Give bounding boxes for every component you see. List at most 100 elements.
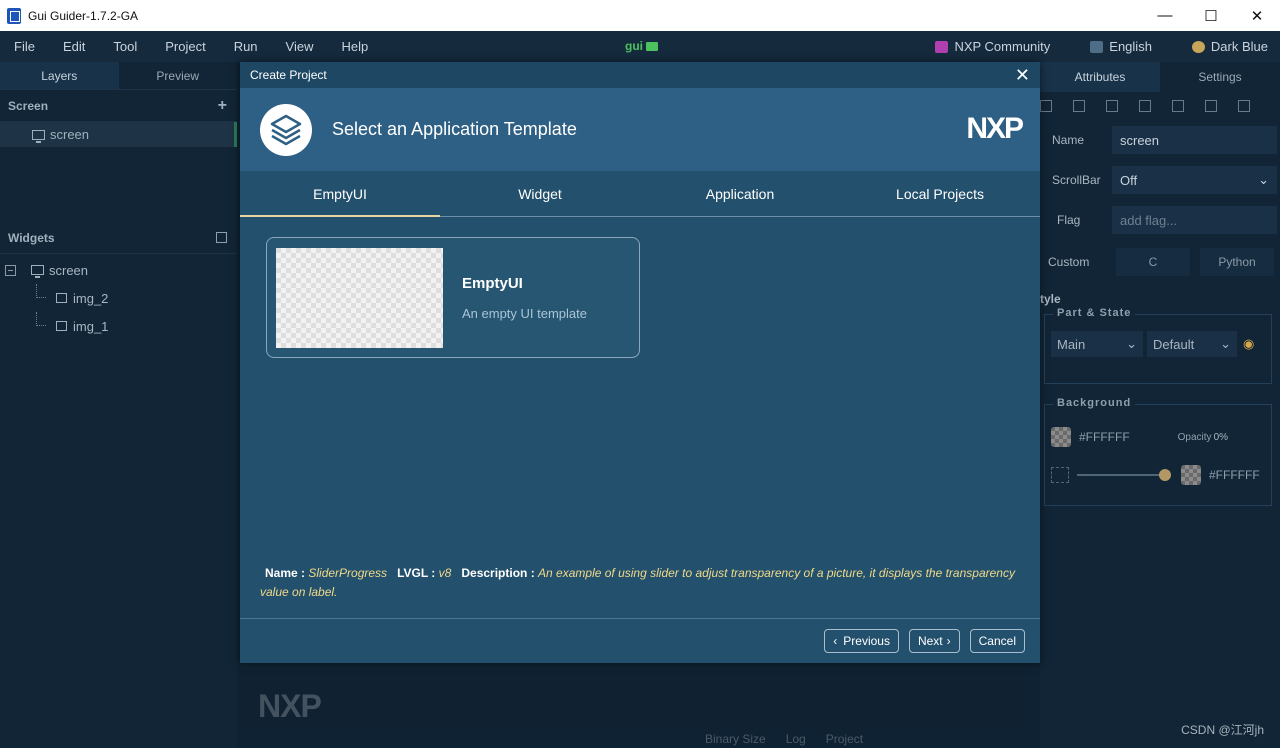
nxp-community-link[interactable]: NXP Community [935, 39, 1050, 54]
align-bottom-icon[interactable] [1205, 100, 1217, 112]
project-name-label: gui [625, 39, 643, 53]
window-titlebar: Gui Guider-1.7.2-GA — ☐ ✕ [0, 0, 1280, 31]
chevron-down-icon: ⌄ [1258, 172, 1269, 187]
align-middle-icon[interactable] [1172, 100, 1184, 112]
tree-item-label: img_2 [73, 290, 109, 306]
template-description: An empty UI template [462, 305, 587, 321]
menu-view[interactable]: View [286, 39, 328, 54]
bottom-tabs: Binary Size Log Project [705, 732, 883, 746]
background-title: Background [1053, 397, 1136, 409]
left-tabs: Layers Preview [0, 62, 237, 90]
template-card-emptyui[interactable]: EmptyUI An empty UI template [266, 237, 640, 358]
tab-binary-size[interactable]: Binary Size [705, 732, 766, 746]
tree-item-img2[interactable]: img_2 [0, 284, 237, 312]
dialog-body: EmptyUI An empty UI template [240, 217, 1040, 617]
template-info: Name : SliderProgress LVGL : v8 Descript… [260, 564, 1030, 602]
align-toolbar [1040, 92, 1280, 120]
align-center-icon[interactable] [1073, 100, 1085, 112]
dialog-header: Select an Application Template NXP [240, 88, 1040, 171]
part-select[interactable]: Main ⌄ [1051, 331, 1143, 357]
add-screen-icon[interactable]: + [218, 97, 227, 115]
left-panel: Layers Preview Screen + screen Widgets s… [0, 62, 237, 748]
tab-layers[interactable]: Layers [0, 62, 119, 89]
tab-widget[interactable]: Widget [440, 171, 640, 216]
grad-color-value[interactable]: #FFFFFF [1209, 468, 1260, 482]
popout-icon[interactable] [216, 232, 227, 243]
bg-color-swatch[interactable] [1051, 427, 1071, 447]
theme-selector[interactable]: Dark Blue [1191, 39, 1268, 54]
tab-attributes[interactable]: Attributes [1040, 62, 1160, 92]
info-name-value: SliderProgress [308, 566, 388, 580]
collapse-icon[interactable] [5, 264, 16, 276]
state-select[interactable]: Default ⌄ [1147, 331, 1237, 357]
tree-connector [36, 284, 46, 298]
flag-row: Flag add flag... [1040, 200, 1280, 240]
custom-python-button[interactable]: Python [1200, 248, 1274, 276]
menu-project[interactable]: Project [165, 39, 219, 54]
menu-run[interactable]: Run [234, 39, 272, 54]
window-controls: — ☐ ✕ [1142, 0, 1280, 31]
tree-root[interactable]: screen [0, 256, 237, 284]
maximize-button[interactable]: ☐ [1188, 0, 1234, 31]
flag-input[interactable]: add flag... [1112, 206, 1277, 234]
minimize-button[interactable]: — [1142, 0, 1188, 31]
tree-item-img1[interactable]: img_1 [0, 312, 237, 340]
opacity-value[interactable]: 0% [1214, 432, 1228, 443]
scrollbar-label: ScrollBar [1052, 173, 1101, 187]
screen-list-item[interactable]: screen [0, 122, 237, 147]
tab-settings[interactable]: Settings [1160, 62, 1280, 92]
next-label: Next [917, 634, 943, 648]
background-group: Background #FFFFFF Opacity 0% #FFFFFF [1044, 397, 1272, 506]
menu-file[interactable]: File [0, 39, 49, 54]
template-preview [276, 247, 443, 348]
language-icon [1090, 40, 1104, 53]
next-button[interactable]: Next › [908, 629, 960, 653]
language-selector[interactable]: English [1090, 39, 1152, 54]
align-top-icon[interactable] [1139, 100, 1151, 112]
canvas-nxp-logo: NXP [258, 688, 322, 724]
right-tabs: Attributes Settings [1040, 62, 1280, 92]
gradient-icon[interactable] [1051, 467, 1069, 483]
bg-color-value[interactable]: #FFFFFF [1079, 430, 1130, 444]
close-icon[interactable]: ✕ [1015, 66, 1030, 84]
layers-icon [270, 114, 302, 145]
align-right-icon[interactable] [1106, 100, 1118, 112]
gradient-slider-handle[interactable] [1159, 469, 1171, 481]
name-input[interactable]: screen [1112, 126, 1277, 154]
community-label: NXP Community [954, 39, 1051, 54]
tab-emptyui[interactable]: EmptyUI [240, 171, 440, 217]
distribute-icon[interactable] [1238, 100, 1250, 112]
language-label: English [1109, 39, 1152, 54]
eye-icon[interactable]: ◉ [1243, 336, 1254, 352]
widgets-section-title: Widgets [8, 230, 55, 245]
scrollbar-select[interactable]: Off ⌄ [1112, 166, 1277, 194]
app-icon [7, 7, 21, 24]
previous-button[interactable]: ‹ Previous [824, 629, 899, 653]
menu-tool[interactable]: Tool [113, 39, 151, 54]
custom-c-button[interactable]: C [1116, 248, 1190, 276]
layers-logo-icon [260, 103, 312, 156]
tab-application[interactable]: Application [640, 171, 840, 216]
menu-edit[interactable]: Edit [63, 39, 99, 54]
dialog-titlebar: Create Project ✕ [240, 62, 1040, 88]
cancel-label: Cancel [978, 634, 1016, 648]
tab-preview[interactable]: Preview [119, 62, 238, 89]
tab-local-projects[interactable]: Local Projects [840, 171, 1040, 216]
scrollbar-row: ScrollBar Off ⌄ [1040, 160, 1280, 200]
cancel-button[interactable]: Cancel [969, 629, 1025, 653]
align-left-icon[interactable] [1040, 100, 1052, 112]
custom-row: Custom C Python [1040, 240, 1280, 284]
gradient-slider-track[interactable] [1077, 469, 1171, 481]
tab-project[interactable]: Project [826, 732, 863, 746]
widgets-section-header: Widgets [0, 222, 237, 254]
grad-color-swatch[interactable] [1181, 465, 1201, 485]
close-window-button[interactable]: ✕ [1234, 0, 1280, 31]
part-value: Main [1057, 336, 1086, 352]
chevron-right-icon: › [946, 634, 951, 648]
tab-log[interactable]: Log [786, 732, 806, 746]
project-name: gui [625, 39, 658, 53]
palette-icon [1191, 40, 1205, 53]
chevron-left-icon: ‹ [833, 634, 838, 648]
menu-help[interactable]: Help [342, 39, 383, 54]
part-state-title: Part & State [1053, 307, 1136, 319]
